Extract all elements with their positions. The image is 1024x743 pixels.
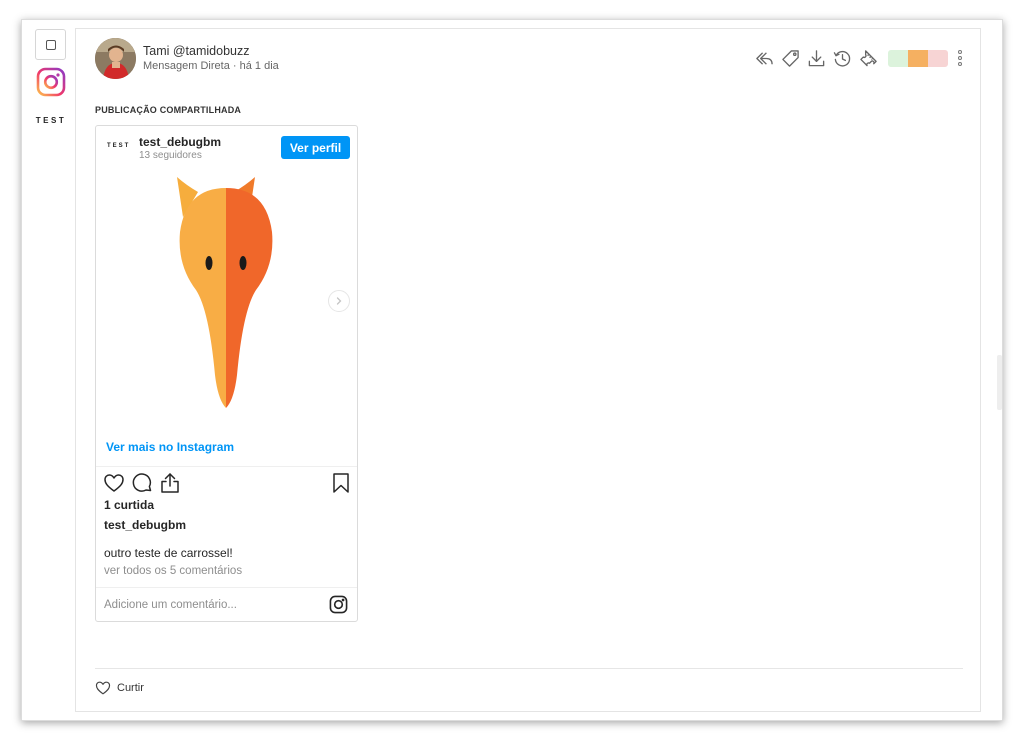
instagram-icon bbox=[36, 67, 66, 97]
history-button[interactable] bbox=[830, 46, 854, 70]
like-message-button[interactable]: Curtir bbox=[95, 679, 144, 697]
instagram-glyph-icon[interactable] bbox=[329, 595, 348, 614]
left-rail: TEST bbox=[22, 20, 77, 720]
avatar-photo bbox=[95, 38, 136, 79]
ticket-button[interactable] bbox=[856, 46, 880, 70]
post-username[interactable]: test_debugbm bbox=[104, 518, 186, 532]
download-button[interactable] bbox=[804, 46, 828, 70]
message-card: Tami @tamidobuzz Mensagem Direta · há 1 … bbox=[75, 28, 981, 712]
heart-icon bbox=[95, 681, 111, 695]
download-icon bbox=[808, 49, 824, 66]
app-window: TEST Tami @tamidobuzz Mensagem Direta · … bbox=[21, 19, 1003, 721]
color-label-swatches bbox=[888, 49, 948, 67]
swatch-green[interactable] bbox=[888, 49, 908, 67]
fox-image bbox=[177, 177, 273, 408]
checkbox-icon bbox=[45, 39, 56, 50]
comment-icon[interactable] bbox=[131, 472, 153, 494]
footer-divider bbox=[95, 668, 963, 669]
sender-name[interactable]: Tami @tamidobuzz bbox=[143, 44, 249, 58]
carousel-next-button[interactable] bbox=[328, 290, 350, 312]
divider bbox=[96, 466, 357, 467]
share-icon[interactable] bbox=[159, 472, 181, 494]
like-label: Curtir bbox=[117, 682, 144, 694]
section-title: PUBLICAÇÃO COMPARTILHADA bbox=[95, 105, 242, 115]
history-icon bbox=[833, 50, 850, 67]
swatch-pink[interactable] bbox=[928, 49, 948, 67]
sender-avatar[interactable] bbox=[95, 38, 136, 79]
view-on-instagram-link[interactable]: Ver mais no Instagram bbox=[106, 440, 234, 454]
reply-icon bbox=[755, 51, 773, 65]
select-checkbox[interactable] bbox=[35, 29, 66, 60]
post-actions bbox=[96, 470, 357, 496]
view-profile-button[interactable]: Ver perfil bbox=[281, 136, 350, 159]
chevron-right-icon bbox=[336, 297, 342, 305]
ticket-icon bbox=[859, 49, 877, 66]
comment-input[interactable] bbox=[104, 596, 319, 614]
account-name[interactable]: test_debugbm bbox=[139, 135, 221, 149]
timestamp: há 1 dia bbox=[239, 60, 279, 72]
heart-icon[interactable] bbox=[103, 472, 125, 494]
post-caption: outro teste de carrossel! bbox=[104, 546, 233, 560]
like-count[interactable]: 1 curtida bbox=[104, 498, 154, 512]
instagram-embed: TEST test_debugbm 13 seguidores Ver perf… bbox=[95, 125, 358, 622]
scrollbar-handle[interactable] bbox=[997, 355, 1002, 410]
bookmark-icon[interactable] bbox=[330, 472, 352, 494]
view-comments-link[interactable]: ver todos os 5 comentários bbox=[104, 565, 242, 577]
embed-header: TEST test_debugbm 13 seguidores Ver perf… bbox=[96, 126, 357, 170]
follower-count: 13 seguidores bbox=[139, 150, 202, 161]
workspace-label: TEST bbox=[35, 116, 67, 125]
meta-separator: · bbox=[232, 60, 237, 72]
channel-label: Mensagem Direta bbox=[143, 60, 230, 72]
message-meta: Mensagem Direta · há 1 dia bbox=[143, 60, 279, 72]
post-media[interactable] bbox=[96, 170, 357, 438]
swatch-orange[interactable] bbox=[908, 49, 928, 67]
more-icon-dot bbox=[958, 50, 962, 54]
more-options-button[interactable] bbox=[954, 46, 966, 70]
account-avatar-badge[interactable]: TEST bbox=[107, 143, 130, 149]
divider bbox=[96, 587, 357, 588]
tag-button[interactable] bbox=[778, 46, 802, 70]
reply-button[interactable] bbox=[752, 46, 776, 70]
message-toolbar bbox=[750, 46, 966, 70]
more-icon-dot bbox=[958, 62, 962, 66]
more-icon-dot bbox=[958, 56, 962, 60]
tag-icon bbox=[781, 49, 799, 67]
